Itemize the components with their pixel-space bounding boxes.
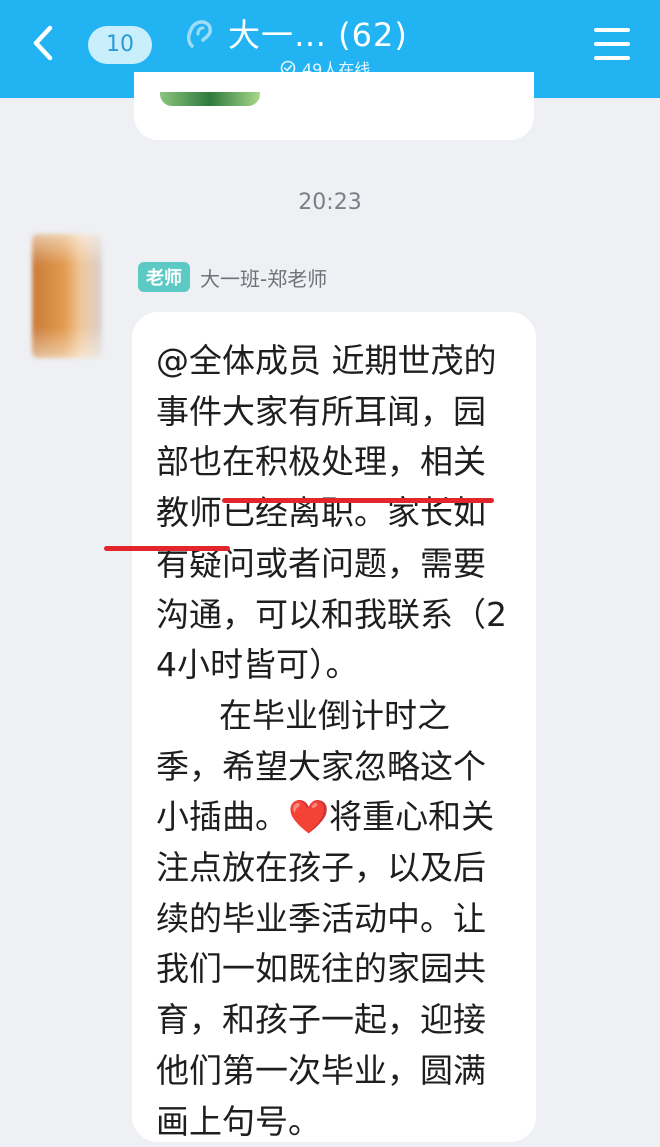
avatar[interactable] xyxy=(32,234,102,358)
chat-title: 大一… (62) xyxy=(228,16,408,54)
role-badge: 老师 xyxy=(138,262,190,292)
highlight-underline xyxy=(104,546,230,551)
message-text-part-2: 将重心和关注点放在孩子，以及后续的毕业季活动中。让我们一如既往的家园共育，和孩子… xyxy=(156,797,495,1141)
unread-count-badge[interactable]: 10 xyxy=(88,26,152,64)
highlight-underline xyxy=(222,498,494,503)
message-timestamp: 20:23 xyxy=(298,190,362,215)
sender-name: 大一班-郑老师 xyxy=(200,266,328,291)
back-button[interactable] xyxy=(18,18,68,68)
hamburger-menu-icon[interactable] xyxy=(588,20,636,68)
heart-emoji: ❤️ xyxy=(288,797,330,837)
previous-message-bubble[interactable] xyxy=(134,72,534,140)
chevron-left-icon xyxy=(33,25,53,61)
message-text: @全体成员 近期世茂的事件大家有所耳闻，园部也在积极处理，相关教师已经离职。家长… xyxy=(156,336,512,1147)
message-text-part-1: @全体成员 近期世茂的事件大家有所耳闻，园部也在积极处理，相关教师已经离职。家长… xyxy=(156,341,507,837)
ear-icon[interactable] xyxy=(184,16,214,52)
sender-info: 老师 大一班-郑老师 xyxy=(138,262,327,292)
previous-message-image xyxy=(160,92,260,106)
